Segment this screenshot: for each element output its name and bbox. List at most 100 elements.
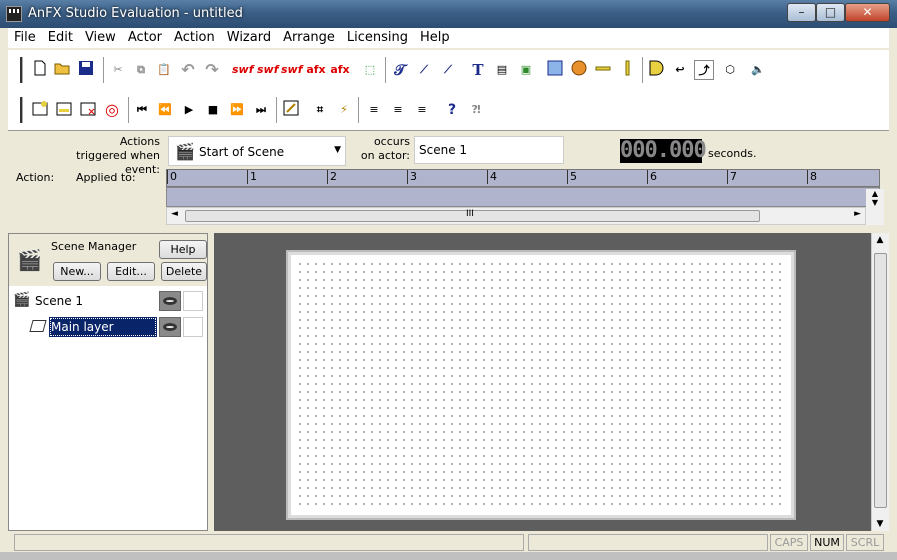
select-tool-icon[interactable]: ⬚ bbox=[360, 60, 380, 80]
desktop-background bbox=[0, 552, 897, 560]
visibility-eye-icon[interactable] bbox=[159, 317, 181, 337]
maximize-button[interactable]: □ bbox=[816, 3, 845, 22]
cut-icon[interactable]: ✂ bbox=[108, 60, 128, 80]
lock-toggle[interactable] bbox=[183, 291, 203, 311]
menu-bar: File Edit View Actor Action Wizard Arrange Lice… bbox=[8, 28, 889, 48]
rectangle-icon[interactable] bbox=[545, 60, 565, 80]
scroll-thumb[interactable]: III bbox=[185, 209, 760, 222]
close-button[interactable]: ✕ bbox=[845, 3, 890, 22]
scene-props-icon[interactable] bbox=[54, 100, 74, 120]
export-swf-alt-icon[interactable]: swf bbox=[257, 60, 279, 80]
callout-icon[interactable]: ⟋ bbox=[414, 60, 434, 80]
scroll-thumb[interactable] bbox=[874, 253, 887, 508]
polygon-icon[interactable]: ⬡ bbox=[720, 60, 740, 80]
list-box-icon[interactable]: ▤ bbox=[492, 60, 512, 80]
curve-icon[interactable]: ↩ bbox=[670, 60, 690, 80]
export-swf-icon[interactable]: swf bbox=[232, 60, 254, 80]
text-tool-icon[interactable]: T bbox=[468, 60, 488, 80]
align-left-icon[interactable]: ≡ bbox=[364, 100, 384, 120]
scene-manager-title: Scene Manager bbox=[51, 240, 137, 253]
align-right-icon[interactable]: ≡ bbox=[412, 100, 432, 120]
horizontal-line-icon[interactable] bbox=[593, 60, 613, 80]
stop-icon[interactable]: ■ bbox=[203, 100, 223, 120]
first-frame-icon[interactable]: ⏮ bbox=[132, 100, 152, 120]
help-button[interactable]: Help bbox=[159, 240, 207, 259]
new-scene-button[interactable]: New... bbox=[53, 262, 101, 281]
open-folder-icon[interactable] bbox=[53, 60, 73, 80]
image-icon[interactable]: ▣ bbox=[516, 60, 536, 80]
target-icon[interactable]: ◎ bbox=[102, 100, 122, 120]
help-icon[interactable]: ? bbox=[442, 100, 462, 120]
actor-field[interactable]: Scene 1 bbox=[414, 136, 564, 164]
scene-manager-panel: 🎬 Scene Manager Help New... Edit... Dele… bbox=[8, 233, 208, 531]
last-frame-icon[interactable]: ⏭ bbox=[251, 100, 271, 120]
toolbar-grip[interactable] bbox=[20, 97, 23, 123]
new-scene-icon[interactable] bbox=[30, 100, 50, 120]
save-icon[interactable] bbox=[76, 60, 96, 80]
layer-row[interactable]: Main layer bbox=[9, 316, 207, 340]
timeline-tick: 1 bbox=[247, 170, 257, 184]
menu-wizard[interactable]: Wizard bbox=[221, 28, 277, 45]
shape-d-icon[interactable] bbox=[646, 60, 666, 80]
motion-icon[interactable]: ⚡ bbox=[334, 100, 354, 120]
rewind-icon[interactable]: ⏪ bbox=[155, 100, 175, 120]
play-icon[interactable]: ▶ bbox=[179, 100, 199, 120]
menu-action[interactable]: Action bbox=[168, 28, 221, 45]
scroll-left-icon[interactable]: ◄ bbox=[171, 209, 178, 219]
event-dropdown[interactable]: 🎬 Start of Scene ▼ bbox=[168, 136, 346, 166]
secondary-toolbar: ◎ ⏮ ⏪ ▶ ■ ⏩ ⏭ ⌗ ⚡ ≡ ≡ ≡ ? ⁈ bbox=[8, 90, 889, 130]
clapper-icon: 🎬 bbox=[17, 248, 42, 272]
crop-icon[interactable]: ⌗ bbox=[310, 100, 330, 120]
context-help-icon[interactable]: ⁈ bbox=[466, 100, 486, 120]
scroll-up-icon[interactable]: ▲ bbox=[872, 235, 888, 245]
timeline-tick: 0 bbox=[167, 170, 177, 184]
line-icon[interactable]: ⟋ bbox=[438, 60, 458, 80]
timing-icon[interactable] bbox=[281, 100, 301, 120]
scroll-up-icon[interactable]: ▲ bbox=[866, 189, 884, 198]
delete-scene-icon[interactable] bbox=[78, 100, 98, 120]
scene-row[interactable]: 🎬 Scene 1 bbox=[9, 290, 207, 314]
edit-scene-button[interactable]: Edit... bbox=[107, 262, 155, 281]
menu-arrange[interactable]: Arrange bbox=[277, 28, 341, 45]
visibility-eye-icon[interactable] bbox=[159, 291, 181, 311]
timeline-hscrollbar[interactable]: ◄ III ► bbox=[166, 207, 866, 225]
preview-afx-icon[interactable]: afx bbox=[330, 60, 350, 80]
bezier-icon[interactable]: ⤴ bbox=[694, 60, 714, 80]
timeline-track[interactable] bbox=[166, 187, 880, 207]
caps-indicator: CAPS bbox=[770, 534, 808, 551]
vertical-line-icon[interactable] bbox=[617, 60, 637, 80]
export-afx-icon[interactable]: afx bbox=[306, 60, 326, 80]
timeline-vscrollbar[interactable]: ▲ ▼ bbox=[866, 189, 884, 225]
delete-scene-button[interactable]: Delete bbox=[161, 262, 207, 281]
status-message bbox=[14, 534, 524, 551]
stage-vscrollbar[interactable]: ▲ ▼ bbox=[871, 233, 889, 531]
sound-icon[interactable]: 🔈 bbox=[748, 60, 768, 80]
paste-icon[interactable]: 📋 bbox=[154, 60, 174, 80]
menu-help[interactable]: Help bbox=[414, 28, 456, 45]
preview-swf-icon[interactable]: swf bbox=[281, 60, 303, 80]
menu-view[interactable]: View bbox=[79, 28, 122, 45]
menu-file[interactable]: File bbox=[8, 28, 42, 45]
num-indicator: NUM bbox=[810, 534, 844, 551]
undo-icon[interactable]: ↶ bbox=[178, 60, 198, 80]
scroll-down-icon[interactable]: ▼ bbox=[872, 519, 888, 529]
stage-canvas[interactable] bbox=[286, 250, 796, 520]
ellipse-icon[interactable] bbox=[569, 60, 589, 80]
scroll-right-icon[interactable]: ► bbox=[854, 209, 861, 219]
align-center-icon[interactable]: ≡ bbox=[388, 100, 408, 120]
toolbar-grip[interactable] bbox=[20, 57, 23, 83]
menu-actor[interactable]: Actor bbox=[122, 28, 168, 45]
redo-icon[interactable]: ↷ bbox=[202, 60, 222, 80]
text-path-icon[interactable]: 𝒯 bbox=[390, 60, 410, 80]
scroll-down-icon[interactable]: ▼ bbox=[866, 198, 884, 207]
fast-forward-icon[interactable]: ⏩ bbox=[227, 100, 247, 120]
action-column-header: Action: bbox=[16, 171, 55, 184]
toolbar-separator bbox=[128, 97, 130, 123]
lock-toggle[interactable] bbox=[183, 317, 203, 337]
timeline-ruler[interactable]: 0 1 2 3 4 5 6 7 8 bbox=[166, 169, 880, 187]
minimize-button[interactable]: – bbox=[787, 3, 816, 22]
menu-licensing[interactable]: Licensing bbox=[341, 28, 414, 45]
copy-icon[interactable]: ⧉ bbox=[131, 60, 151, 80]
menu-edit[interactable]: Edit bbox=[42, 28, 79, 45]
new-file-icon[interactable] bbox=[30, 60, 50, 80]
